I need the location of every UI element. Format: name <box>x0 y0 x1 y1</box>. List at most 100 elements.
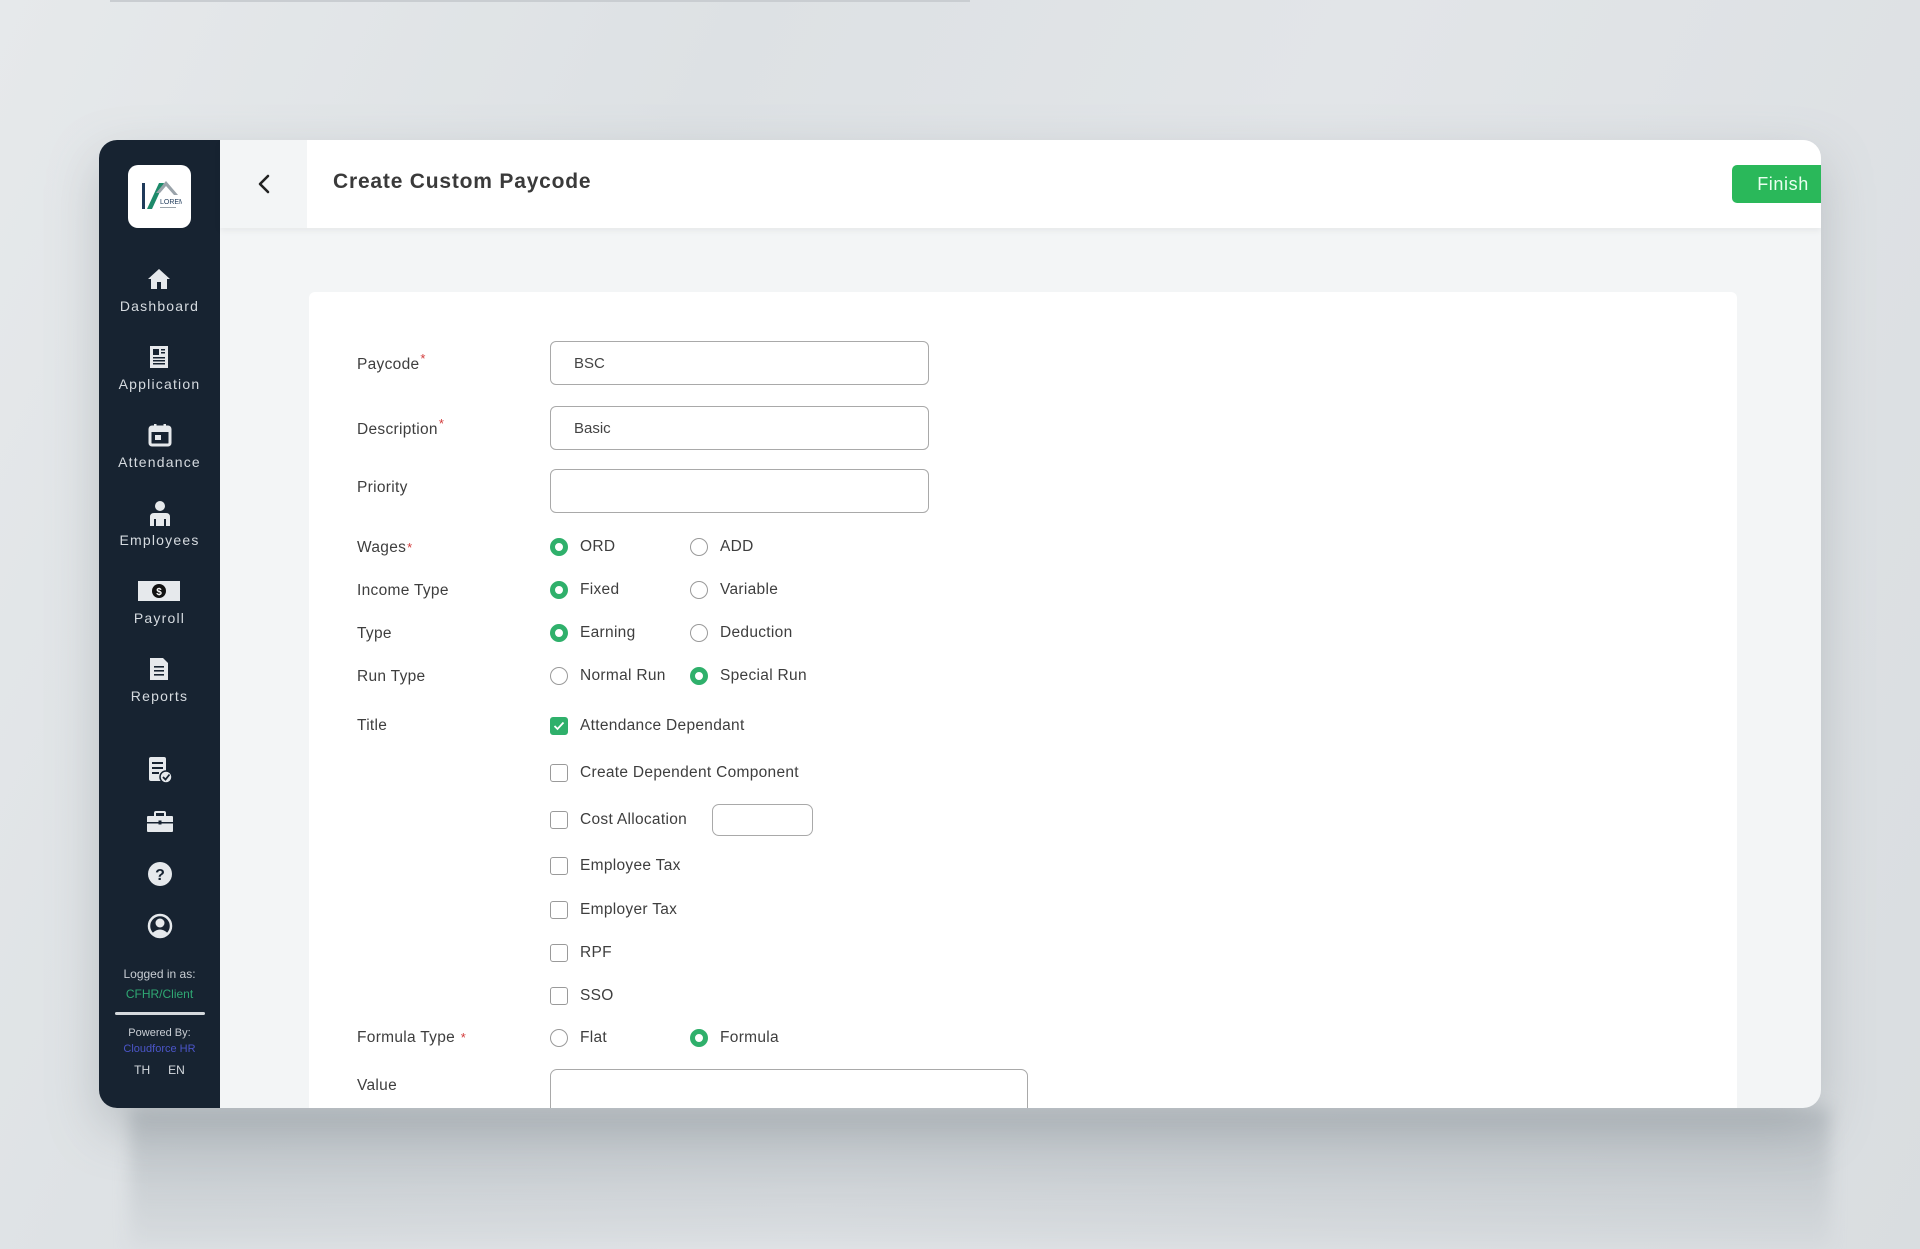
company-logo[interactable]: LOREM <box>128 165 191 228</box>
income-type-label: Income Type <box>357 582 449 599</box>
checkbox-unchecked[interactable] <box>550 857 568 875</box>
value-input[interactable] <box>550 1069 1028 1108</box>
checkbox-unchecked[interactable] <box>550 944 568 962</box>
checkbox-employee-tax[interactable]: Employee Tax <box>550 857 681 875</box>
powered-by-label: Powered By: <box>128 1027 191 1039</box>
wages-label: Wages* <box>357 539 413 557</box>
wages-option-ord[interactable]: ORD <box>550 538 615 556</box>
title-label: Title <box>357 717 388 734</box>
finish-button[interactable]: Finish <box>1732 165 1821 203</box>
option-label: Normal Run <box>580 667 666 684</box>
run-type-option-special[interactable]: Special Run <box>690 667 807 685</box>
document-icon <box>146 344 172 370</box>
radio-selected[interactable] <box>550 538 568 556</box>
checkbox-cost-allocation[interactable]: Cost Allocation <box>550 811 687 829</box>
type-option-deduction[interactable]: Deduction <box>690 624 793 642</box>
priority-input[interactable] <box>550 469 929 513</box>
language-switcher: TH EN <box>134 1063 185 1077</box>
sidebar-tools: ? <box>146 756 174 940</box>
checkbox-checked[interactable] <box>550 717 568 735</box>
cost-allocation-input[interactable] <box>712 804 813 836</box>
checkbox-label: Create Dependent Component <box>580 764 799 781</box>
radio-selected[interactable] <box>690 667 708 685</box>
sidebar-item-label: Payroll <box>133 610 186 626</box>
checkbox-label: Attendance Dependant <box>580 717 745 734</box>
sidebar-item-label: Employees <box>119 532 200 548</box>
svg-text:?: ? <box>155 867 165 884</box>
briefcase-icon[interactable] <box>146 808 174 836</box>
language-th[interactable]: TH <box>134 1063 150 1077</box>
paycode-label-text: Paycode <box>357 356 420 374</box>
wages-option-add[interactable]: ADD <box>690 538 754 556</box>
sidebar-item-attendance[interactable]: Attendance <box>118 422 201 500</box>
priority-label-text: Priority <box>357 479 408 496</box>
page-title: Create Custom Paycode <box>333 170 592 193</box>
checkbox-sso[interactable]: SSO <box>550 987 614 1005</box>
radio-selected[interactable] <box>550 624 568 642</box>
required-marker: * <box>438 416 445 431</box>
logo-icon: LOREM <box>141 180 182 209</box>
sidebar-item-application[interactable]: Application <box>119 344 201 422</box>
radio-unselected[interactable] <box>690 624 708 642</box>
language-en[interactable]: EN <box>168 1063 185 1077</box>
paycode-input[interactable] <box>550 341 929 385</box>
option-label: Variable <box>720 581 779 598</box>
person-icon <box>147 500 173 526</box>
income-type-option-fixed[interactable]: Fixed <box>550 581 619 599</box>
checkmark-icon <box>553 721 565 731</box>
checkbox-attendance-dependant[interactable]: Attendance Dependant <box>550 717 745 735</box>
sidebar-item-label: Reports <box>130 688 189 704</box>
type-option-earning[interactable]: Earning <box>550 624 636 642</box>
powered-by-brand[interactable]: Cloudforce HR <box>123 1041 195 1057</box>
chevron-left-icon <box>258 174 269 194</box>
paycode-label: Paycode* <box>357 351 426 374</box>
checkbox-rpf[interactable]: RPF <box>550 944 612 962</box>
option-label: ORD <box>580 538 616 555</box>
checkbox-employer-tax[interactable]: Employer Tax <box>550 901 677 919</box>
approval-list-icon[interactable] <box>146 756 174 784</box>
formula-type-option-formula[interactable]: Formula <box>690 1029 779 1047</box>
required-marker: * <box>407 540 413 555</box>
value-label: Value <box>357 1077 397 1094</box>
priority-label: Priority <box>357 479 408 497</box>
option-label: ADD <box>720 538 754 555</box>
option-label: Flat <box>580 1029 608 1046</box>
run-type-option-normal[interactable]: Normal Run <box>550 667 666 685</box>
checkbox-unchecked[interactable] <box>550 901 568 919</box>
description-label: Description* <box>357 416 444 439</box>
sidebar-item-payroll[interactable]: $ Payroll <box>134 578 185 656</box>
radio-unselected[interactable] <box>690 581 708 599</box>
help-icon[interactable]: ? <box>146 860 174 888</box>
checkbox-unchecked[interactable] <box>550 987 568 1005</box>
sidebar-nav: Dashboard Application Attendance Employe… <box>118 266 201 734</box>
home-icon <box>146 266 172 292</box>
formula-type-option-flat[interactable]: Flat <box>550 1029 607 1047</box>
logo-text: LOREM <box>160 199 182 206</box>
checkbox-unchecked[interactable] <box>550 764 568 782</box>
user-circle-icon[interactable] <box>146 912 174 940</box>
sidebar-item-reports[interactable]: Reports <box>131 656 188 734</box>
checkbox-create-dependent-component[interactable]: Create Dependent Component <box>550 764 799 782</box>
logged-in-user: CFHR/Client <box>125 987 194 1001</box>
formula-type-label-text: Formula Type <box>357 1029 456 1046</box>
calendar-icon <box>147 422 173 448</box>
run-type-label: Run Type <box>357 668 426 685</box>
radio-selected[interactable] <box>550 581 568 599</box>
description-input[interactable] <box>550 406 929 450</box>
checkbox-label: Employee Tax <box>580 857 681 874</box>
checkbox-unchecked[interactable] <box>550 811 568 829</box>
sidebar-divider <box>114 1012 205 1015</box>
option-label: Deduction <box>720 624 793 641</box>
sidebar-item-label: Dashboard <box>119 298 200 314</box>
radio-unselected[interactable] <box>690 538 708 556</box>
sidebar-item-employees[interactable]: Employees <box>119 500 199 578</box>
sidebar-item-dashboard[interactable]: Dashboard <box>120 266 199 344</box>
paycode-form: Paycode* Description* Priority Wages* OR… <box>309 292 1737 1108</box>
radio-unselected[interactable] <box>550 667 568 685</box>
required-marker: * <box>460 1030 467 1045</box>
radio-unselected[interactable] <box>550 1029 568 1047</box>
income-type-option-variable[interactable]: Variable <box>690 581 778 599</box>
back-button[interactable] <box>220 140 307 228</box>
required-marker: * <box>420 351 426 366</box>
radio-selected[interactable] <box>690 1029 708 1047</box>
